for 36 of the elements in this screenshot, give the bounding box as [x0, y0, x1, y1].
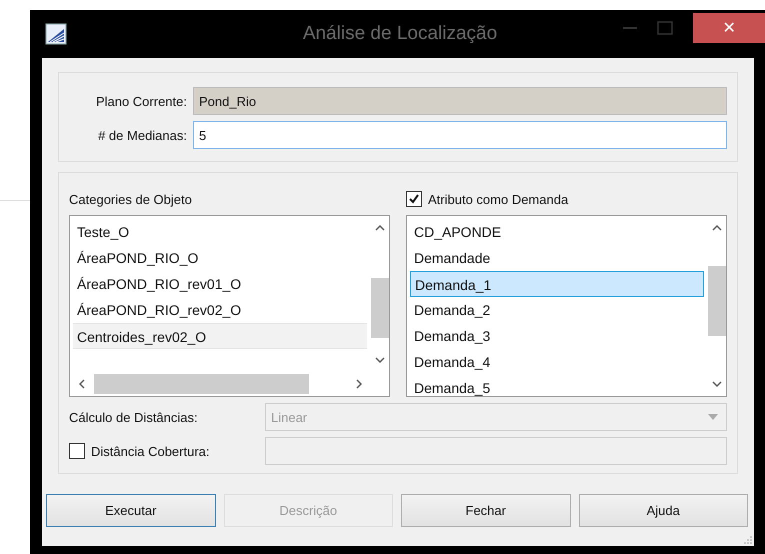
resize-grip-icon[interactable] — [744, 536, 752, 544]
dropdown-arrow-icon — [708, 414, 718, 420]
dialog-button[interactable]: Ajuda — [578, 494, 748, 527]
scroll-down-icon[interactable] — [712, 380, 722, 388]
list-item[interactable]: Demandade — [410, 245, 704, 271]
checkbox-label: Atributo como Demanda — [428, 192, 568, 206]
list-item[interactable]: Demanda_2 — [410, 297, 704, 323]
list-item[interactable]: Demanda_1 — [410, 271, 704, 297]
field-label: Plano Corrente: — [94, 94, 187, 108]
close-button[interactable]: ✕ — [693, 13, 765, 43]
scroll-up-icon[interactable] — [375, 224, 385, 232]
dialog-button[interactable]: Executar — [46, 494, 216, 527]
list-item[interactable]: Centroides_rev02_O — [73, 323, 367, 349]
scroll-right-icon[interactable] — [355, 379, 363, 389]
list-item[interactable]: Demanda_5 — [410, 375, 704, 396]
scroll-down-icon[interactable] — [375, 356, 385, 364]
attribute-list[interactable]: CD_APONDE Demandade Demanda_1 Demanda_2 Demanda_3 Demanda_4 Demanda_5 — [406, 215, 727, 397]
field-label: # de Medianas: — [97, 128, 187, 142]
list-item[interactable]: Demanda_3 — [410, 323, 704, 349]
list-item[interactable]: ÁreaPOND_RIO_rev01_O — [73, 271, 367, 297]
scroll-left-icon[interactable] — [78, 379, 86, 389]
app-icon — [45, 23, 67, 45]
checkbox-label: Distância Cobertura: — [91, 444, 210, 458]
list-item[interactable]: CD_APONDE — [410, 219, 704, 245]
medians-field[interactable]: 5 — [193, 121, 727, 149]
scroll-up-icon[interactable] — [712, 224, 722, 232]
category-list[interactable]: Teste_O ÁreaPOND_RIO_O ÁreaPOND_RIO_rev01_O ÁreaPOND_RIO_rev02_O Centroides_rev02_O — [69, 215, 390, 397]
field-label: Cálculo de Distâncias: — [69, 410, 199, 424]
list-item[interactable]: Teste_O — [73, 219, 367, 245]
dialog-button[interactable]: Fechar — [401, 494, 570, 527]
list-item[interactable]: Demanda_4 — [410, 349, 704, 375]
list-label: Categories de Objeto — [69, 192, 192, 206]
window-title: Análise de Localização — [302, 23, 498, 45]
checkbox[interactable] — [406, 191, 422, 207]
list-item[interactable]: ÁreaPOND_RIO_O — [73, 245, 367, 271]
list-item[interactable]: ÁreaPOND_RIO_rev02_O — [73, 297, 367, 323]
